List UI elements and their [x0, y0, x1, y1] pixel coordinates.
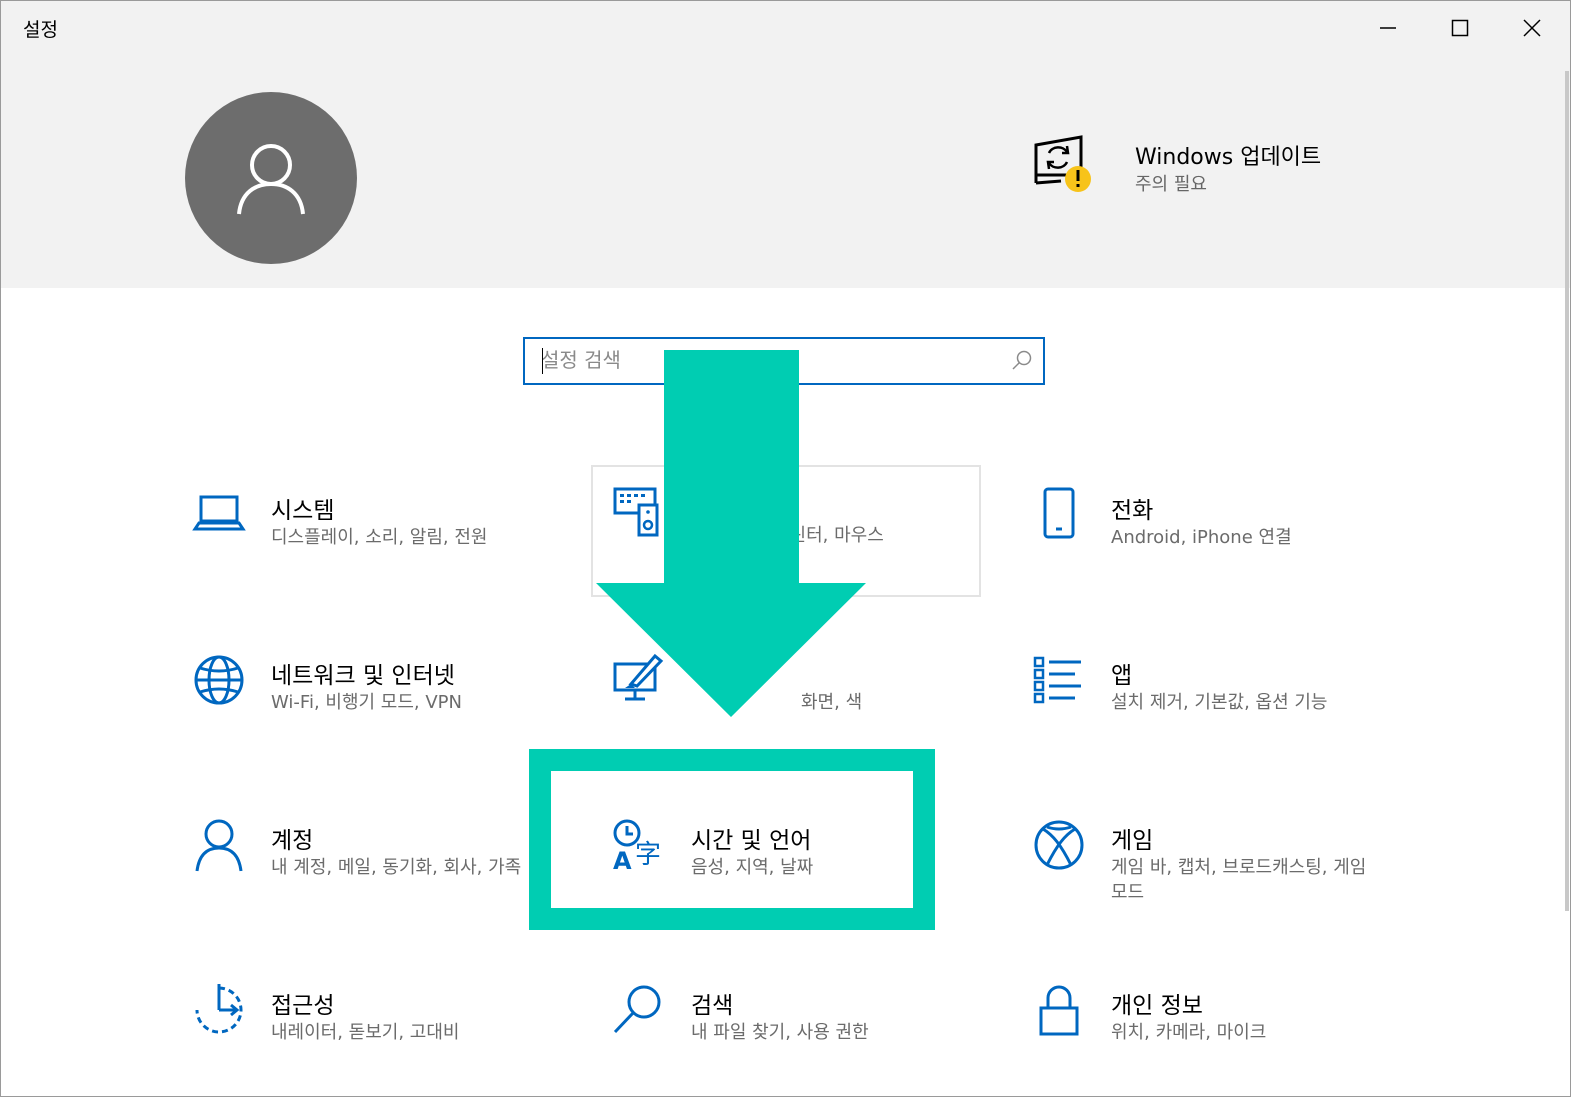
scrollbar[interactable] — [1565, 71, 1569, 911]
category-desc: 위치, 카메라, 마이크 — [1111, 1022, 1267, 1043]
minimize-button[interactable] — [1352, 1, 1424, 55]
category-title: 접근성 — [271, 993, 335, 1019]
update-title: Windows 업데이트 — [1135, 145, 1322, 170]
close-icon — [1523, 19, 1541, 37]
category-title: 개인 정보 — [1111, 993, 1203, 1019]
maximize-icon — [1451, 19, 1469, 37]
update-status: 주의 필요 — [1135, 174, 1207, 195]
close-button[interactable] — [1496, 1, 1568, 55]
category-phone[interactable]: 전화 Android, iPhone 연결 — [1011, 469, 1401, 601]
category-privacy[interactable]: 개인 정보 위치, 카메라, 마이크 — [1011, 964, 1401, 1096]
windows-update-warning-icon — [1034, 135, 1091, 192]
highlight-box — [529, 749, 935, 930]
category-title: 검색 — [691, 993, 734, 1019]
category-desc: 설치 제거, 기본값, 옵션 기능 — [1111, 692, 1328, 713]
category-desc: 내레이터, 돋보기, 고대비 — [271, 1022, 460, 1043]
maximize-button[interactable] — [1424, 1, 1496, 55]
category-title: 게임 — [1111, 828, 1154, 854]
header-panel: Windows 업데이트 주의 필요 — [1, 55, 1570, 288]
category-system[interactable]: 시스템 디스플레이, 소리, 알림, 전원 — [171, 469, 561, 601]
minimize-icon — [1380, 27, 1396, 29]
category-desc: Android, iPhone 연결 — [1111, 527, 1292, 548]
apps-list-icon — [1033, 656, 1081, 704]
category-desc: 내 계정, 메일, 동기화, 회사, 가족 — [271, 857, 522, 878]
category-title: 시스템 — [271, 498, 335, 524]
windows-update-link[interactable]: Windows 업데이트 주의 필요 — [1031, 135, 1371, 199]
title-bar[interactable]: 설정 — [1, 1, 1570, 55]
category-apps[interactable]: 앱 설치 제거, 기본값, 옵션 기능 — [1011, 634, 1401, 766]
category-title: 네트워크 및 인터넷 — [271, 663, 455, 689]
category-desc: 게임 바, 캡처, 브로드캐스팅, 게임 모드 — [1111, 857, 1367, 903]
category-desc: 디스플레이, 소리, 알림, 전원 — [271, 527, 488, 548]
category-title: 계정 — [271, 828, 314, 854]
category-gaming[interactable]: 게임 게임 바, 캡처, 브로드캐스팅, 게임 모드 — [1011, 799, 1401, 931]
search-icon[interactable] — [1011, 349, 1033, 371]
window-title: 설정 — [23, 19, 58, 41]
settings-window: 설정 Windows 업데이트 주의 필요 설정 검색 시스템 디스플레이, 소… — [0, 0, 1571, 1097]
category-desc: Wi-Fi, 비행기 모드, VPN — [271, 692, 462, 713]
category-search[interactable]: 검색 내 파일 찾기, 사용 권한 — [591, 964, 981, 1096]
search-icon — [613, 985, 661, 1034]
down-arrow-icon — [596, 350, 866, 717]
lock-icon — [1039, 985, 1079, 1036]
globe-icon — [194, 655, 244, 705]
category-desc: 내 파일 찾기, 사용 권한 — [691, 1022, 869, 1043]
xbox-icon — [1034, 820, 1084, 870]
user-icon — [237, 144, 305, 215]
category-accounts[interactable]: 계정 내 계정, 메일, 동기화, 회사, 가족 — [171, 799, 561, 931]
category-network[interactable]: 네트워크 및 인터넷 Wi-Fi, 비행기 모드, VPN — [171, 634, 561, 766]
phone-icon — [1043, 487, 1075, 539]
category-title: 전화 — [1111, 498, 1154, 524]
avatar[interactable] — [185, 92, 357, 264]
laptop-icon — [192, 495, 246, 531]
category-title: 앱 — [1111, 663, 1133, 689]
text-caret — [542, 348, 543, 374]
category-accessibility[interactable]: 접근성 내레이터, 돋보기, 고대비 — [171, 964, 561, 1096]
account-icon — [195, 819, 243, 872]
accessibility-icon — [195, 984, 243, 1034]
